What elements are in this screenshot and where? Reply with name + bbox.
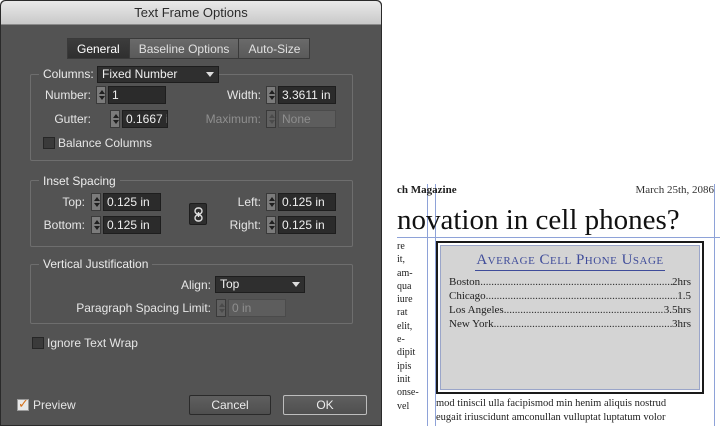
number-field[interactable]: 1: [108, 86, 166, 104]
text-frame-options-dialog: Text Frame Options General Baseline Opti…: [0, 0, 382, 426]
left-column-line: ipis: [397, 360, 412, 372]
paragraph-spacing-limit-label: Paragraph Spacing Limit:: [76, 301, 211, 315]
masthead-title: ch Magazine: [397, 184, 457, 196]
align-value: Top: [220, 277, 240, 291]
preview-label: Preview: [33, 398, 76, 412]
left-column-line: qua: [397, 280, 412, 292]
maximum-field: None: [278, 110, 336, 128]
left-column-line: onse-: [397, 387, 419, 399]
columns-type-dropdown[interactable]: Fixed Number: [97, 66, 219, 83]
ok-button[interactable]: OK: [283, 395, 367, 415]
width-stepper-icon[interactable]: [266, 86, 276, 104]
number-label: Number:: [44, 88, 91, 102]
margin-guide: [397, 237, 720, 238]
vertical-justification-legend: Vertical Justification: [39, 257, 153, 271]
city-name: Chicago: [449, 290, 486, 302]
inset-spacing-legend: Inset Spacing: [39, 174, 120, 188]
chevron-down-icon: [292, 282, 300, 287]
inset-right-stepper-icon[interactable]: [266, 216, 276, 234]
inset-left-field[interactable]: 0.125 in: [278, 193, 336, 211]
sidebar-list: Boston 2hrs Chicago 1.5 Los Angeles 3.5h…: [449, 275, 691, 331]
left-column-line: iure: [397, 294, 413, 306]
number-stepper-icon[interactable]: [96, 86, 106, 104]
tab-bar: General Baseline Options Auto-Size: [67, 38, 311, 59]
dot-leader: [480, 275, 672, 289]
left-column-line: init: [397, 373, 411, 385]
gutter-field[interactable]: 0.1667 in: [122, 110, 168, 128]
sidebar-inset-area: Average Cell Phone Usage Boston 2hrs Chi…: [440, 245, 700, 390]
inset-bottom-label: Bottom:: [43, 218, 85, 232]
city-name: Los Angeles: [449, 304, 504, 316]
usage-value: 2hrs: [672, 276, 691, 288]
list-item: Boston 2hrs: [449, 275, 691, 289]
list-item: Chicago 1.5: [449, 289, 691, 303]
width-field[interactable]: 3.3611 in: [278, 86, 336, 104]
inset-top-label: Top:: [62, 195, 85, 209]
dialog-title: Text Frame Options: [1, 1, 381, 25]
maximum-stepper-icon: [266, 110, 276, 128]
document-page: ch Magazine March 25th, 2086 novation in…: [397, 184, 720, 426]
dot-leader: [494, 317, 672, 331]
columns-label: Columns:: [39, 67, 98, 81]
paragraph-spacing-stepper-icon: [216, 299, 226, 317]
inset-right-label: Right:: [229, 218, 261, 232]
left-column-line: it,: [397, 254, 406, 266]
sidebar-text-frame[interactable]: Average Cell Phone Usage Boston 2hrs Chi…: [436, 241, 704, 394]
sidebar-title: Average Cell Phone Usage: [476, 252, 664, 268]
dot-leader: [504, 303, 664, 317]
left-column-line: elit,: [397, 320, 413, 332]
inset-top-stepper-icon[interactable]: [91, 193, 101, 211]
left-column-line: re: [397, 241, 405, 252]
chain-link-icon[interactable]: [189, 203, 207, 225]
city-name: New York: [449, 318, 494, 330]
dot-leader: [486, 289, 678, 303]
maximum-label: Maximum:: [205, 112, 261, 126]
body-text-line: eugait iriuscidunt amconullan vulluptat …: [436, 411, 666, 423]
inset-bottom-field[interactable]: 0.125 in: [103, 216, 161, 234]
article-headline: novation in cell phones?: [397, 204, 680, 236]
paragraph-spacing-field: 0 in: [228, 299, 286, 317]
tab-baseline-options[interactable]: Baseline Options: [129, 38, 240, 59]
inset-top-field[interactable]: 0.125 in: [103, 193, 161, 211]
masthead-date: March 25th, 2086: [635, 184, 714, 196]
city-name: Boston: [449, 276, 481, 288]
width-label: Width:: [226, 88, 261, 102]
inset-bottom-stepper-icon[interactable]: [91, 216, 101, 234]
align-label: Align:: [180, 278, 211, 292]
ignore-text-wrap-label: Ignore Text Wrap: [47, 336, 138, 350]
left-column-line: dipit: [397, 347, 416, 359]
chevron-down-icon: [206, 72, 214, 77]
sidebar-title-rule: [475, 270, 665, 271]
inset-left-stepper-icon[interactable]: [266, 193, 276, 211]
balance-columns-checkbox[interactable]: [43, 137, 55, 149]
left-column-line: vel: [397, 400, 410, 412]
tab-general[interactable]: General: [67, 38, 130, 59]
margin-guide: [714, 184, 715, 426]
columns-type-value: Fixed Number: [102, 67, 178, 81]
usage-value: 1.5: [677, 290, 691, 302]
align-dropdown[interactable]: Top: [215, 276, 305, 293]
body-text: mod tiniscil ulla facipismod min henim a…: [436, 397, 716, 424]
usage-value: 3hrs: [672, 318, 691, 330]
inset-left-label: Left:: [237, 195, 261, 209]
left-column-line: e-: [397, 334, 405, 346]
tab-auto-size[interactable]: Auto-Size: [239, 38, 311, 59]
gutter-stepper-icon[interactable]: [110, 110, 120, 128]
body-text-line: mod tiniscil ulla facipismod min henim a…: [436, 398, 667, 409]
list-item: New York 3hrs: [449, 317, 691, 331]
balance-columns-label: Balance Columns: [58, 136, 153, 150]
list-item: Los Angeles 3.5hrs: [449, 303, 691, 317]
gutter-label: Gutter:: [54, 112, 91, 126]
ignore-text-wrap-checkbox[interactable]: [32, 337, 44, 349]
left-column-line: rat: [397, 307, 408, 319]
inset-right-field[interactable]: 0.125 in: [278, 216, 336, 234]
cancel-button[interactable]: Cancel: [189, 395, 271, 415]
usage-value: 3.5hrs: [663, 304, 691, 316]
left-column-text: re it, am- qua iure rat elit, e- dipit i…: [397, 240, 427, 413]
preview-checkbox[interactable]: [17, 397, 29, 412]
left-column-line: am-: [397, 267, 413, 279]
